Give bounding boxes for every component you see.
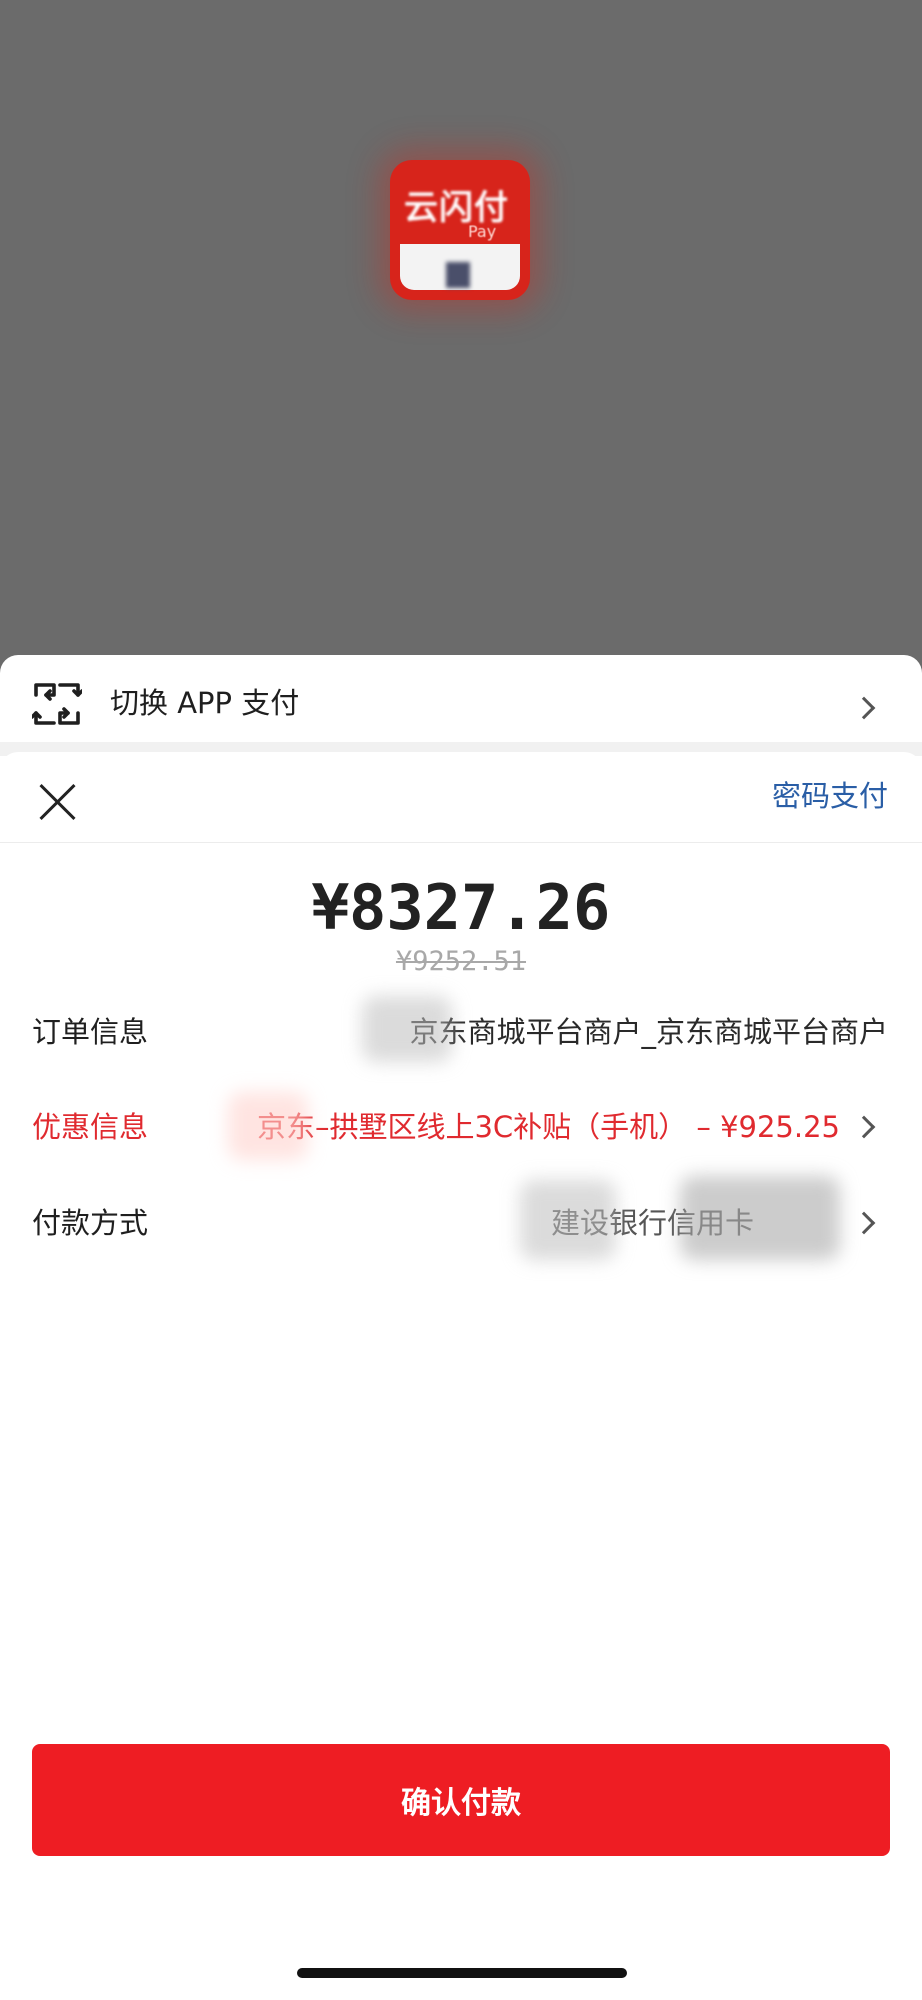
- confirm-payment-button[interactable]: 确认付款: [32, 1744, 890, 1856]
- password-pay-link[interactable]: 密码支付: [772, 776, 888, 816]
- order-info-label: 订单信息: [32, 1015, 149, 1049]
- app-icon-mark: [446, 262, 470, 288]
- switch-app-icon: [32, 683, 82, 725]
- original-amount: ¥9252.51: [395, 946, 527, 977]
- app-icon-subtext: Pay: [468, 222, 497, 241]
- privacy-blur: [362, 996, 452, 1062]
- privacy-blur: [228, 1092, 308, 1160]
- header-divider: [0, 842, 922, 843]
- dimmed-background-overlay[interactable]: [0, 0, 922, 680]
- order-info-value: 京东商城平台商户_京东商城平台商户: [409, 1015, 888, 1049]
- home-indicator: [297, 1968, 627, 1978]
- privacy-blur: [520, 1180, 616, 1260]
- discount-info-value: 京东–拱墅区线上3C补贴（手机） – ¥925.25: [256, 1110, 840, 1144]
- unionpay-app-icon: 云闪付 Pay: [390, 160, 530, 300]
- privacy-blur: [680, 1176, 840, 1260]
- chevron-right-icon: [852, 696, 876, 720]
- discount-info-label: 优惠信息: [32, 1110, 149, 1144]
- payment-amount: ¥8327.26: [311, 871, 611, 944]
- close-icon[interactable]: [38, 782, 78, 822]
- switch-app-pay-label: 切换 APP 支付: [110, 686, 300, 720]
- payment-method-label: 付款方式: [32, 1206, 149, 1240]
